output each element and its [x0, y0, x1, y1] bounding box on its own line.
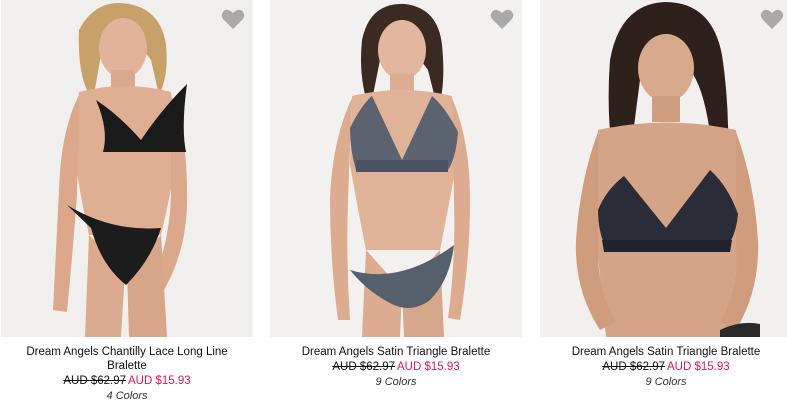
original-price: AUD $62.97 — [63, 375, 126, 387]
product-card[interactable]: Dream Angels Satin Triangle Bralette AUD… — [540, 0, 787, 407]
original-price: AUD $62.97 — [332, 361, 395, 373]
sale-price: AUD $15.93 — [397, 361, 460, 373]
product-card[interactable]: Dream Angels Satin Triangle Bralette AUD… — [270, 0, 522, 407]
product-name[interactable]: Dream Angels Satin Triangle Bralette — [270, 345, 522, 359]
product-image[interactable] — [1, 0, 253, 337]
heart-icon[interactable] — [221, 8, 245, 30]
color-count[interactable]: 9 Colors — [270, 375, 522, 389]
product-name[interactable]: Dream Angels Chantilly Lace Long Line Br… — [1, 345, 253, 373]
heart-icon[interactable] — [490, 8, 514, 30]
product-name[interactable]: Dream Angels Satin Triangle Bralette — [540, 345, 787, 359]
product-prices: AUD $62.97 AUD $15.93 — [1, 374, 253, 388]
product-prices: AUD $62.97 AUD $15.93 — [270, 360, 522, 374]
sale-price: AUD $15.93 — [667, 361, 730, 373]
product-image[interactable] — [540, 0, 787, 337]
product-grid: Dream Angels Chantilly Lace Long Line Br… — [0, 0, 787, 407]
color-count[interactable]: 4 Colors — [1, 389, 253, 403]
product-info: Dream Angels Chantilly Lace Long Line Br… — [1, 345, 253, 403]
product-image[interactable] — [270, 0, 522, 337]
product-info: Dream Angels Satin Triangle Bralette AUD… — [540, 345, 787, 389]
product-card[interactable]: Dream Angels Chantilly Lace Long Line Br… — [1, 0, 253, 407]
product-prices: AUD $62.97 AUD $15.93 — [540, 360, 787, 374]
heart-icon[interactable] — [760, 8, 784, 30]
sale-price: AUD $15.93 — [128, 375, 191, 387]
original-price: AUD $62.97 — [602, 361, 665, 373]
color-count[interactable]: 9 Colors — [540, 375, 787, 389]
product-info: Dream Angels Satin Triangle Bralette AUD… — [270, 345, 522, 389]
